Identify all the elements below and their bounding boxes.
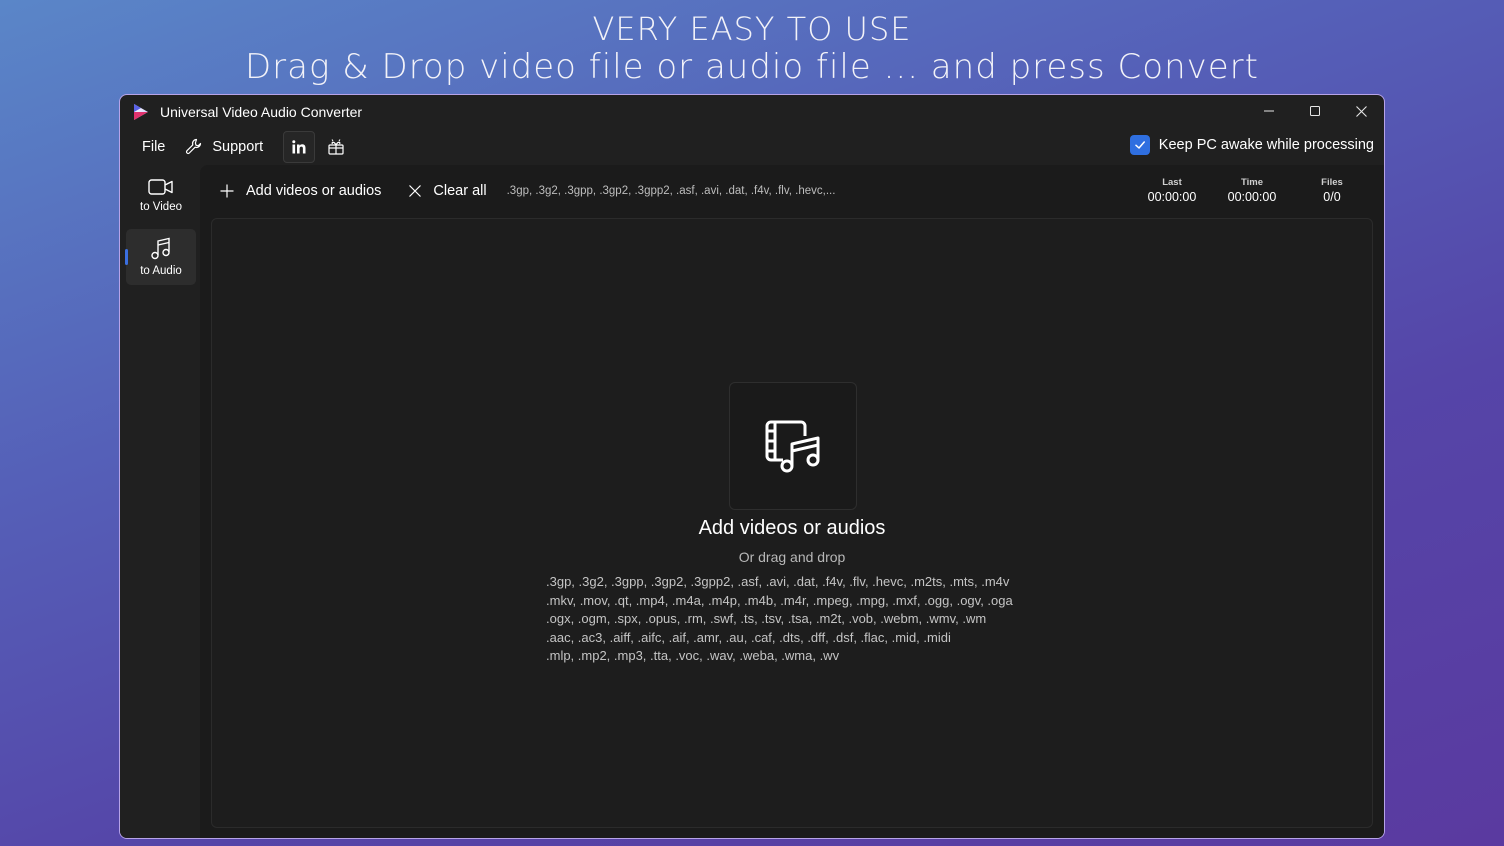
menu-support[interactable]: Support: [175, 131, 273, 163]
drop-zone[interactable]: Add videos or audios Or drag and drop .3…: [211, 218, 1373, 828]
stat-value: 00:00:00: [1227, 190, 1277, 204]
sidebar-item-label: to Audio: [140, 265, 182, 277]
stat-value: 00:00:00: [1147, 190, 1197, 204]
close-icon[interactable]: [1338, 95, 1384, 127]
stat-files: Files 0/0: [1292, 177, 1372, 204]
formats-line: .3gp, .3g2, .3gpp, .3gp2, .3gpp2, .asf, …: [546, 574, 1010, 589]
add-media-button[interactable]: [729, 382, 857, 510]
window-controls: [1246, 95, 1384, 127]
stat-label: Time: [1240, 177, 1263, 188]
stat-label: Files: [1321, 177, 1343, 188]
clear-all-label: Clear all: [433, 183, 487, 199]
active-indicator: [125, 249, 128, 265]
checkmark-icon: [1135, 141, 1145, 149]
add-files-button[interactable]: Add videos or audios: [214, 175, 387, 207]
music-note-icon: [151, 237, 170, 260]
keep-awake-checkbox[interactable]: [1129, 135, 1150, 155]
sidebar: to Video to Audio: [120, 165, 200, 838]
stat-time: Time 00:00:00: [1212, 177, 1292, 204]
app-window: Universal Video Audio Converter File Sup…: [119, 94, 1385, 839]
stat-last: Last 00:00:00: [1132, 177, 1212, 204]
add-files-label: Add videos or audios: [246, 183, 382, 199]
linkedin-button[interactable]: [283, 131, 316, 163]
keep-awake-label: Keep PC awake while processing: [1158, 137, 1374, 153]
stats-panel: Last 00:00:00 Time 00:00:00 Files 0/0: [1132, 177, 1372, 204]
promo-subheadline: Drag & Drop video file or audio file ...…: [244, 47, 1259, 87]
formats-line: .ogx, .ogm, .spx, .opus, .rm, .swf, .ts,…: [546, 611, 987, 626]
media-files-icon: [765, 420, 820, 473]
formats-line: .aac, .ac3, .aiff, .aifc, .aif, .amr, .a…: [546, 629, 951, 645]
menu-file[interactable]: File: [132, 131, 175, 163]
title-bar[interactable]: Universal Video Audio Converter: [120, 95, 1384, 129]
linkedin-icon: [292, 140, 306, 154]
app-logo-icon: [134, 104, 148, 120]
drop-zone-subtitle: Or drag and drop: [738, 549, 846, 565]
toolbar: Add videos or audios Clear all .3gp, .3g…: [200, 165, 1384, 217]
formats-line: .mlp, .mp2, .mp3, .tta, .voc, .wav, .web…: [546, 648, 840, 663]
stat-label: Last: [1162, 177, 1182, 188]
supported-formats-list: .3gp, .3g2, .3gpp, .3gp2, .3gpp2, .asf, …: [546, 573, 1066, 666]
maximize-icon[interactable]: [1292, 95, 1338, 127]
sidebar-item-to-audio[interactable]: to Audio: [125, 229, 196, 285]
sidebar-item-to-video[interactable]: to Video: [126, 167, 196, 223]
sidebar-item-label: to Video: [140, 201, 182, 213]
main-content: Add videos or audios Clear all .3gp, .3g…: [200, 165, 1384, 838]
promo-banner: VERY EASY TO USE Drag & Drop video file …: [0, 10, 1504, 86]
clear-all-button[interactable]: Clear all: [403, 175, 492, 207]
supported-formats-preview: .3gp, .3g2, .3gpp, .3gp2, .3gpp2, .asf, …: [506, 185, 836, 197]
plus-icon: [220, 184, 234, 198]
promo-headline: VERY EASY TO USE: [592, 10, 912, 48]
keep-awake-toggle[interactable]: Keep PC awake while processing: [1129, 135, 1374, 155]
wrench-icon: [186, 138, 202, 155]
video-camera-icon: [148, 179, 173, 195]
minimize-icon[interactable]: [1246, 95, 1292, 127]
drop-zone-title: Add videos or audios: [698, 517, 886, 539]
gift-icon: [328, 139, 344, 155]
window-title: Universal Video Audio Converter: [160, 104, 363, 120]
stat-value: 0/0: [1323, 190, 1341, 204]
menu-support-label: Support: [212, 139, 264, 155]
formats-line: .mkv, .mov, .qt, .mp4, .m4a, .m4p, .m4b,…: [546, 592, 1013, 608]
gift-button[interactable]: [320, 131, 352, 163]
close-icon: [409, 185, 422, 197]
